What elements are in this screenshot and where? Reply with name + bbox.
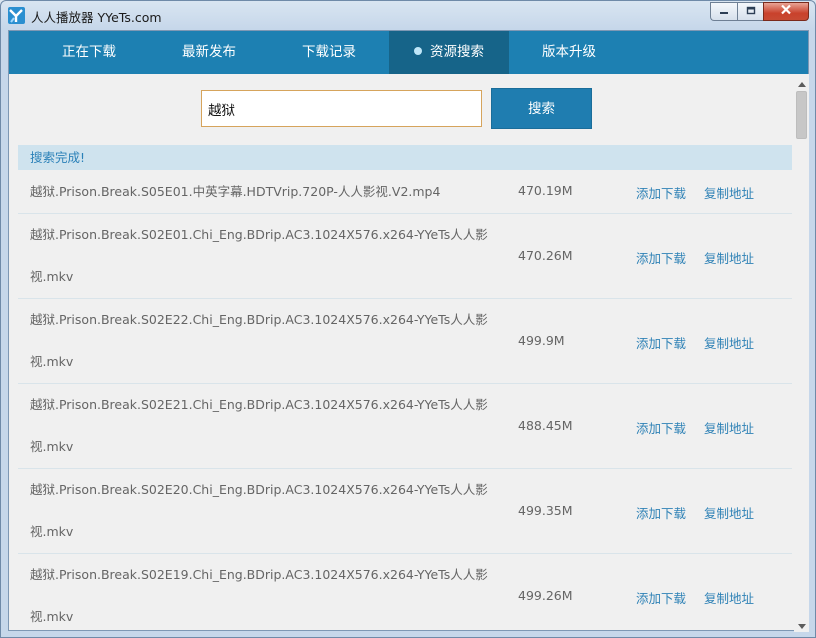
- app-window: 人人播放器 YYeTs.com 正在下载 最新发布 下载记录 资源搜索 版本升级…: [0, 0, 816, 638]
- tab-label: 最新发布: [182, 44, 236, 60]
- nav-tabs: 正在下载 最新发布 下载记录 资源搜索 版本升级: [9, 31, 808, 74]
- maximize-icon: [746, 4, 756, 19]
- search-row: 搜索: [9, 74, 794, 142]
- vertical-scrollbar[interactable]: [794, 74, 809, 632]
- list-item: 越狱.Prison.Break.S02E22.Chi_Eng.BDrip.AC3…: [18, 299, 792, 384]
- file-name: 越狱.Prison.Break.S02E21.Chi_Eng.BDrip.AC3…: [30, 397, 488, 454]
- file-size: 470.19M: [518, 183, 573, 198]
- scroll-up-button[interactable]: [794, 76, 809, 90]
- minimize-icon: [719, 4, 729, 19]
- copy-address-link[interactable]: 复制地址: [704, 183, 754, 202]
- tab-downloading[interactable]: 正在下载: [49, 31, 129, 74]
- list-item: 越狱.Prison.Break.S02E21.Chi_Eng.BDrip.AC3…: [18, 384, 792, 469]
- copy-address-link[interactable]: 复制地址: [704, 503, 754, 522]
- main-panel: 正在下载 最新发布 下载记录 资源搜索 版本升级 搜索 搜索完成! 越狱.Pri…: [8, 30, 809, 632]
- file-name: 越狱.Prison.Break.S02E22.Chi_Eng.BDrip.AC3…: [30, 312, 488, 369]
- list-item: 越狱.Prison.Break.S02E20.Chi_Eng.BDrip.AC3…: [18, 469, 792, 554]
- add-download-link[interactable]: 添加下载: [636, 588, 686, 607]
- scroll-up-arrow-icon: [797, 76, 806, 91]
- list-item: 越狱.Prison.Break.S02E01.Chi_Eng.BDrip.AC3…: [18, 214, 792, 299]
- scrollbar-thumb[interactable]: [796, 91, 807, 139]
- search-status: 搜索完成!: [18, 145, 792, 170]
- add-download-link[interactable]: 添加下载: [636, 503, 686, 522]
- file-name: 越狱.Prison.Break.S02E20.Chi_Eng.BDrip.AC3…: [30, 482, 488, 539]
- file-size: 488.45M: [518, 418, 573, 433]
- search-input[interactable]: [201, 90, 482, 127]
- tab-label: 资源搜索: [430, 44, 484, 60]
- search-button[interactable]: 搜索: [491, 88, 592, 129]
- add-download-link[interactable]: 添加下载: [636, 183, 686, 202]
- file-name: 越狱.Prison.Break.S02E01.Chi_Eng.BDrip.AC3…: [30, 227, 488, 284]
- scroll-down-arrow-icon: [797, 618, 806, 633]
- add-download-link[interactable]: 添加下载: [636, 333, 686, 352]
- tab-resource-search[interactable]: 资源搜索: [389, 31, 509, 74]
- tab-label: 正在下载: [62, 44, 116, 60]
- close-icon: [780, 4, 792, 19]
- list-item: 越狱.Prison.Break.S05E01.中英字幕.HDTVrip.720P…: [18, 171, 792, 214]
- file-size: 470.26M: [518, 248, 573, 263]
- tab-download-history[interactable]: 下载记录: [289, 31, 369, 74]
- tab-latest-releases[interactable]: 最新发布: [169, 31, 249, 74]
- copy-address-link[interactable]: 复制地址: [704, 248, 754, 267]
- minimize-button[interactable]: [710, 2, 737, 21]
- file-name: 越狱.Prison.Break.S05E01.中英字幕.HDTVrip.720P…: [30, 184, 441, 199]
- add-download-link[interactable]: 添加下载: [636, 248, 686, 267]
- window-title: 人人播放器 YYeTs.com: [31, 10, 162, 25]
- title-bar[interactable]: 人人播放器 YYeTs.com: [1, 1, 815, 29]
- copy-address-link[interactable]: 复制地址: [704, 418, 754, 437]
- close-button[interactable]: [763, 2, 809, 21]
- active-tab-dot-icon: [414, 47, 422, 55]
- maximize-button[interactable]: [737, 2, 763, 21]
- tab-label: 版本升级: [542, 44, 596, 60]
- file-size: 499.9M: [518, 333, 565, 348]
- file-size: 499.26M: [518, 588, 573, 603]
- copy-address-link[interactable]: 复制地址: [704, 333, 754, 352]
- list-item: 越狱.Prison.Break.S02E19.Chi_Eng.BDrip.AC3…: [18, 554, 792, 632]
- results-list: 越狱.Prison.Break.S05E01.中英字幕.HDTVrip.720P…: [18, 171, 792, 632]
- tab-version-upgrade[interactable]: 版本升级: [529, 31, 609, 74]
- file-name: 越狱.Prison.Break.S02E19.Chi_Eng.BDrip.AC3…: [30, 567, 488, 624]
- file-size: 499.35M: [518, 503, 573, 518]
- yyets-logo-icon: [8, 7, 25, 24]
- scroll-down-button[interactable]: [794, 618, 809, 632]
- tab-label: 下载记录: [302, 44, 356, 60]
- window-controls: [710, 2, 809, 21]
- add-download-link[interactable]: 添加下载: [636, 418, 686, 437]
- copy-address-link[interactable]: 复制地址: [704, 588, 754, 607]
